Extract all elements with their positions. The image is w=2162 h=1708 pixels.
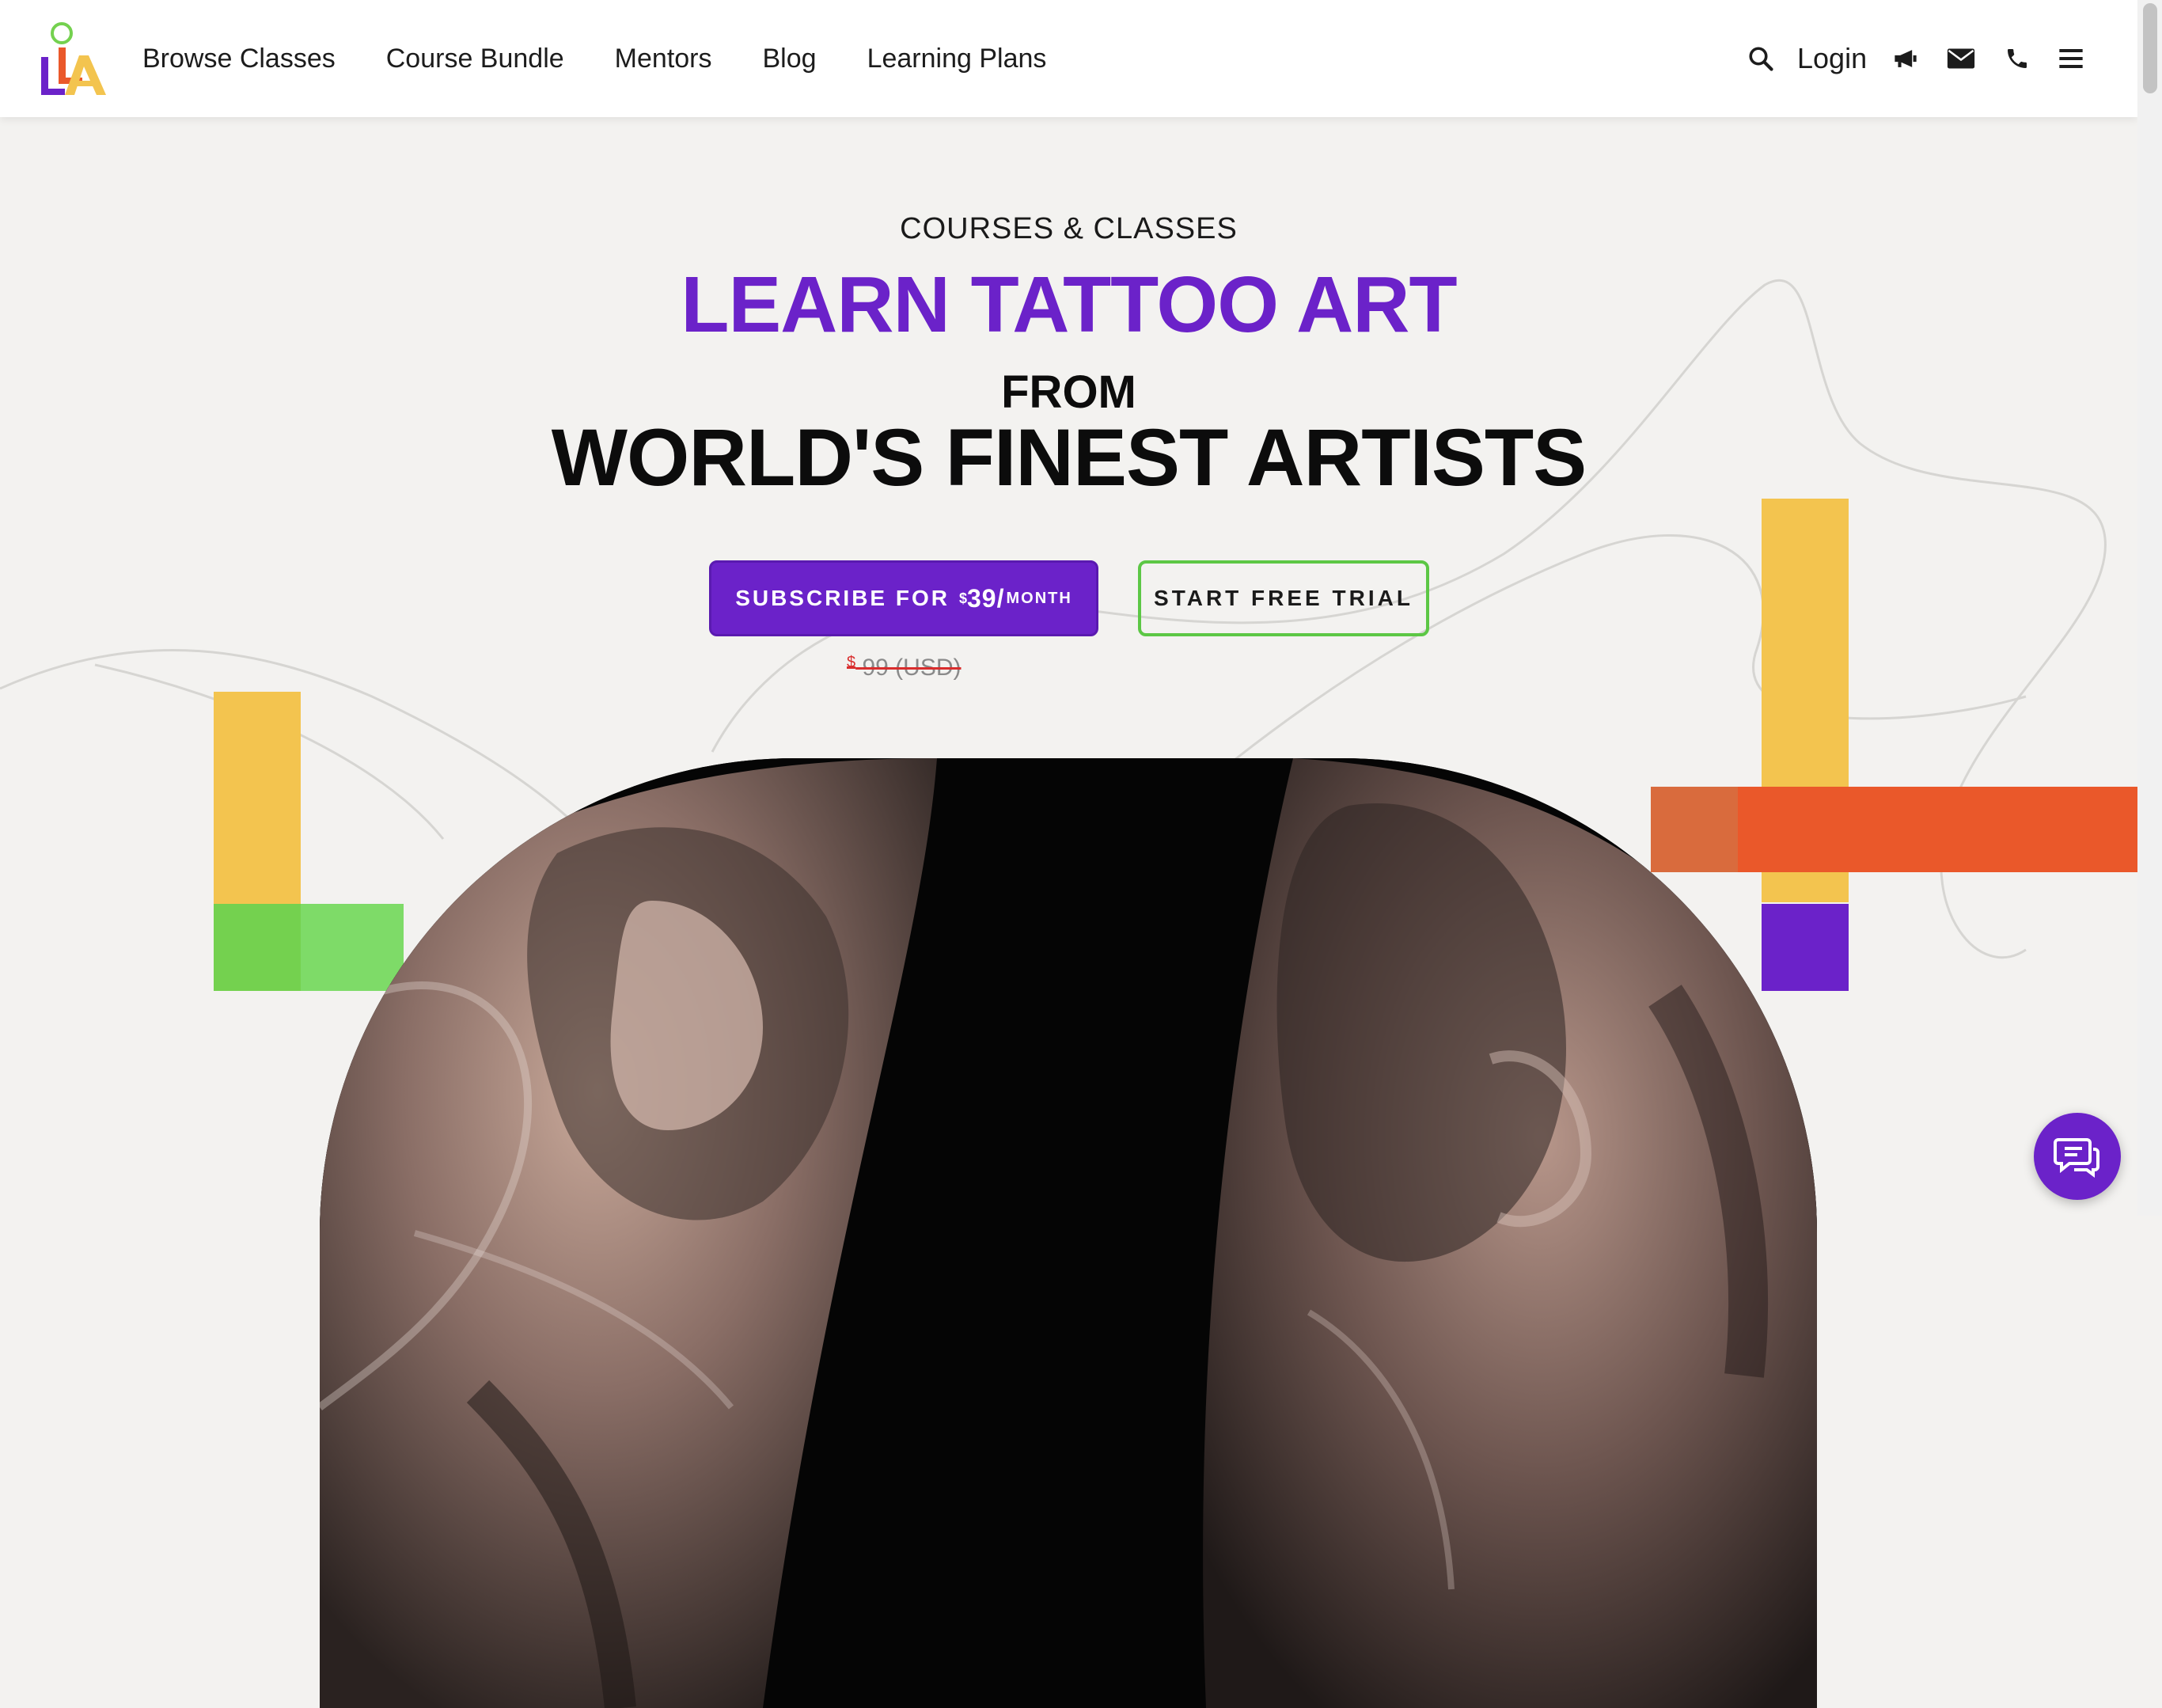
nav-course-bundle[interactable]: Course Bundle bbox=[386, 44, 564, 74]
orange-accent-block-dark bbox=[1651, 787, 1738, 872]
hero-headline-primary: LEARN TATTOO ART bbox=[681, 260, 1457, 349]
scrollbar-track[interactable] bbox=[2137, 0, 2162, 1216]
site-header: Browse Classes Course Bundle Mentors Blo… bbox=[0, 0, 2137, 117]
nav-blog[interactable]: Blog bbox=[763, 44, 817, 74]
light-green-accent-block bbox=[301, 904, 404, 991]
hero-eyebrow: COURSES & CLASSES bbox=[900, 212, 1238, 245]
main-nav: Browse Classes Course Bundle Mentors Blo… bbox=[142, 0, 1046, 117]
subscribe-period: MONTH bbox=[1006, 589, 1072, 607]
nav-mentors[interactable]: Mentors bbox=[615, 44, 712, 74]
chat-button[interactable] bbox=[2034, 1113, 2121, 1200]
yellow-accent-bar-left bbox=[214, 692, 301, 904]
nav-learning-plans[interactable]: Learning Plans bbox=[867, 44, 1047, 74]
purple-accent-block-right bbox=[1762, 904, 1849, 991]
header-actions: Login bbox=[1694, 0, 2137, 117]
subscribe-button[interactable]: SUBSCRIBE FOR $ 39/ MONTH bbox=[709, 560, 1098, 636]
search-icon[interactable] bbox=[1747, 0, 1775, 117]
hero-headline-secondary: WORLD'S FINEST ARTISTS bbox=[551, 412, 1587, 503]
scrollbar-thumb[interactable] bbox=[2143, 3, 2157, 93]
subscribe-amount: 39/ bbox=[967, 583, 1005, 613]
lla-logo[interactable] bbox=[40, 21, 108, 97]
original-price-amount: 99 (USD) bbox=[862, 655, 962, 681]
hero-tattoo-image bbox=[320, 758, 1817, 1708]
nav-browse-classes[interactable]: Browse Classes bbox=[142, 44, 336, 74]
original-price: $ 99 (USD) bbox=[847, 654, 962, 681]
mail-icon[interactable] bbox=[1946, 0, 1976, 117]
megaphone-icon[interactable] bbox=[1892, 0, 1919, 117]
green-accent-block-left bbox=[214, 904, 301, 991]
hero-headline-connector: FROM bbox=[1001, 366, 1136, 418]
chat-bubbles-icon bbox=[2054, 1138, 2099, 1178]
phone-icon[interactable] bbox=[2005, 0, 2030, 117]
hamburger-menu-icon[interactable] bbox=[2058, 0, 2084, 117]
orange-accent-bar-right bbox=[1738, 787, 2137, 872]
original-price-currency: $ bbox=[847, 654, 856, 671]
login-link[interactable]: Login bbox=[1797, 0, 1867, 117]
subscribe-currency: $ bbox=[958, 590, 967, 606]
start-free-trial-button[interactable]: START FREE TRIAL bbox=[1138, 560, 1429, 636]
subscribe-prefix: SUBSCRIBE FOR bbox=[735, 586, 950, 610]
